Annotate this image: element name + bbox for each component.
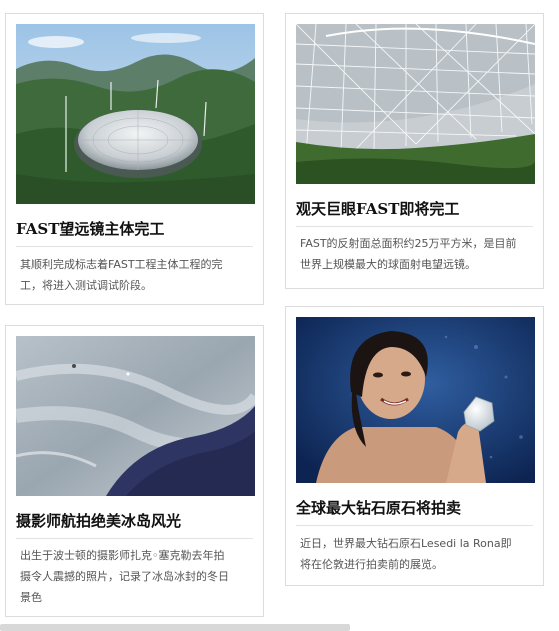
card-description: 其顺利完成标志着FAST工程主体工程的完 工，将进入测试调试阶段。 [20, 254, 253, 296]
news-card-fast-completion[interactable]: 观天巨眼FAST即将完工 FAST的反射面总面积约25万平方米，是目前 世界上规… [285, 13, 544, 289]
desc-line: 将在伦敦进行拍卖前的展览。 [300, 558, 443, 571]
desc-line: 景色 [20, 591, 42, 604]
card-title[interactable]: 摄影师航拍绝美冰岛风光 [16, 510, 253, 539]
desc-line: 工，将进入测试调试阶段。 [20, 279, 152, 292]
news-card-fast-telescope[interactable]: FAST望远镜主体完工 其顺利完成标志着FAST工程主体工程的完 工，将进入测试… [5, 13, 264, 305]
card-description: FAST的反射面总面积约25万平方米，是目前 世界上规模最大的球面射电望远镜。 [300, 233, 533, 275]
desc-line: 近日，世界最大钻石原石Lesedi la Rona即 [300, 537, 512, 550]
card-title[interactable]: FAST望远镜主体完工 [16, 218, 253, 247]
desc-line: 世界上规模最大的球面射电望远镜。 [300, 258, 476, 271]
iceland-aerial-image[interactable] [16, 336, 255, 496]
desc-line: 其顺利完成标志着FAST工程主体工程的完 [20, 258, 223, 271]
news-card-diamond-auction[interactable]: 全球最大钻石原石将拍卖 近日，世界最大钻石原石Lesedi la Rona即 将… [285, 306, 544, 586]
desc-line: 出生于波士顿的摄影师扎克◦塞克勒去年拍 [20, 549, 225, 562]
desc-line: FAST的反射面总面积约25万平方米，是目前 [300, 237, 517, 250]
fast-telescope-image[interactable] [16, 24, 255, 204]
horizontal-scrollbar[interactable] [0, 624, 350, 631]
card-description: 近日，世界最大钻石原石Lesedi la Rona即 将在伦敦进行拍卖前的展览。 [300, 533, 533, 575]
card-title[interactable]: 全球最大钻石原石将拍卖 [296, 497, 533, 526]
diamond-model-image[interactable] [296, 317, 535, 483]
desc-line: 摄令人震撼的照片，记录了冰岛冰封的冬日 [20, 570, 229, 583]
card-description: 出生于波士顿的摄影师扎克◦塞克勒去年拍 摄令人震撼的照片，记录了冰岛冰封的冬日 … [20, 545, 253, 608]
card-title[interactable]: 观天巨眼FAST即将完工 [296, 198, 533, 227]
telescope-structure-image[interactable] [296, 24, 535, 184]
news-card-iceland-aerial[interactable]: 摄影师航拍绝美冰岛风光 出生于波士顿的摄影师扎克◦塞克勒去年拍 摄令人震撼的照片… [5, 325, 264, 617]
